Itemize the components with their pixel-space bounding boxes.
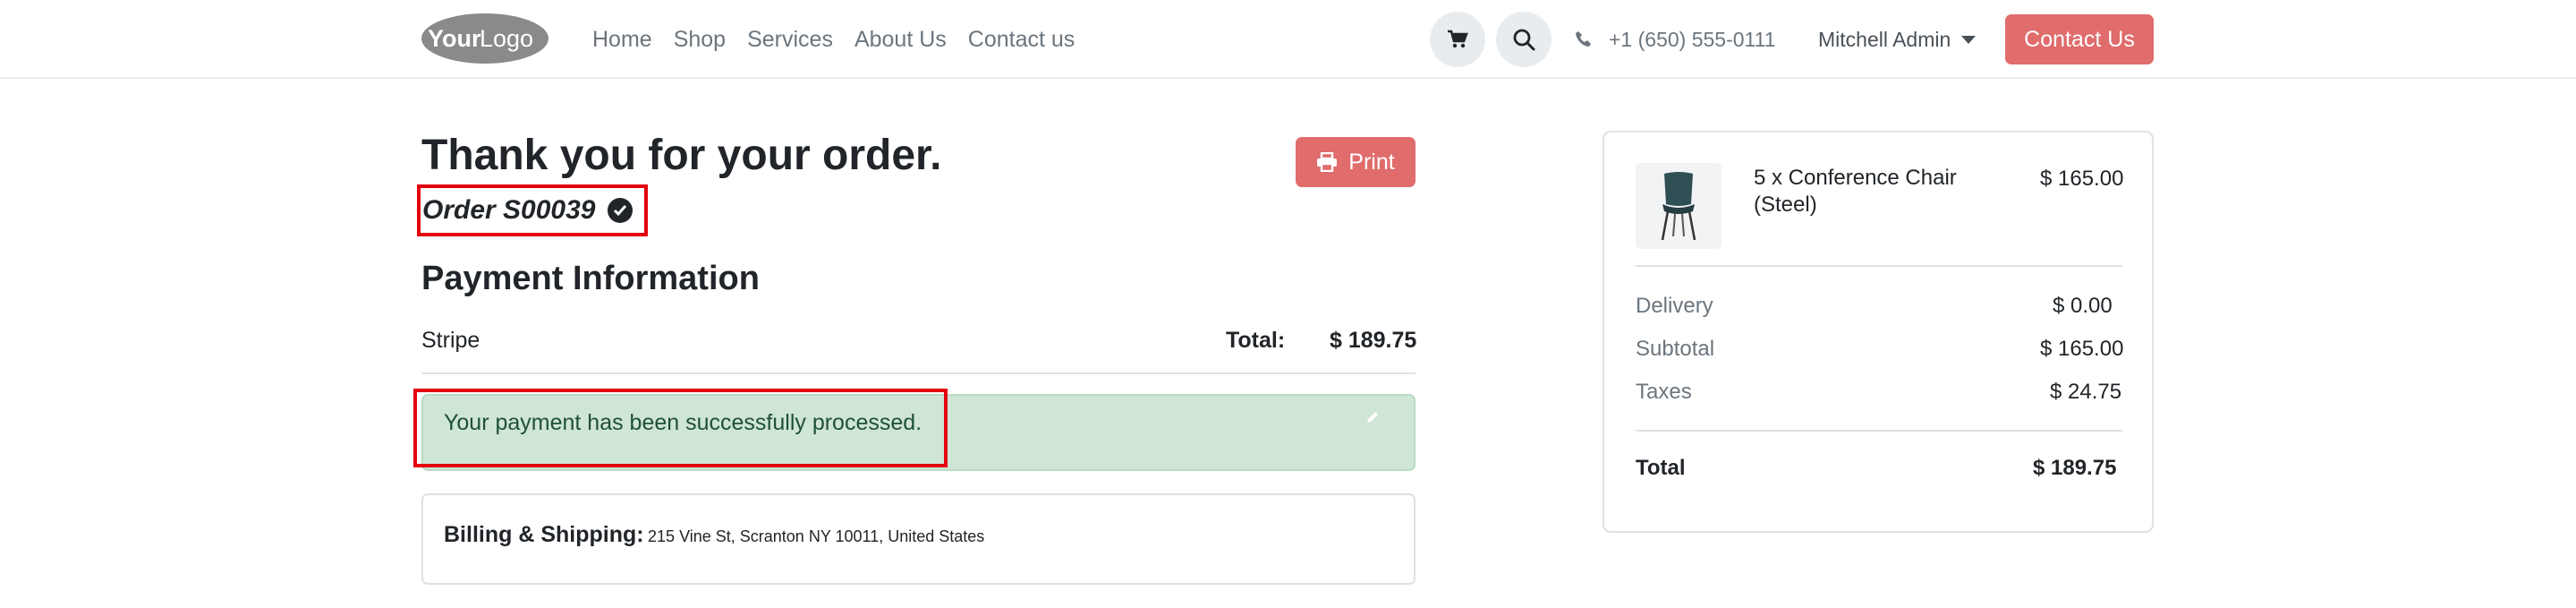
search-icon	[1513, 29, 1535, 51]
nav-shop[interactable]: Shop	[674, 27, 726, 53]
divider	[1636, 430, 2122, 432]
subtotal-label: Subtotal	[1636, 337, 1715, 361]
search-button[interactable]	[1496, 12, 1552, 67]
total-amount: $ 189.75	[1330, 328, 1417, 353]
site-logo[interactable]: Your Logo	[421, 13, 549, 64]
total-label: Total:	[1226, 328, 1286, 353]
contact-us-button[interactable]: Contact Us	[2005, 14, 2154, 64]
phone-number: +1 (650) 555-0111	[1609, 27, 1776, 51]
order-reference: Order S00039	[422, 195, 633, 226]
user-name: Mitchell Admin	[1818, 27, 1951, 51]
print-button[interactable]: Print	[1296, 137, 1416, 187]
pencil-icon[interactable]	[1365, 410, 1380, 424]
nav-services[interactable]: Services	[747, 27, 833, 53]
site-header: Your Logo Home Shop Services About Us Co…	[0, 0, 2576, 79]
logo-text-light: Logo	[480, 25, 533, 52]
billing-label: Billing & Shipping:	[444, 522, 644, 547]
divider	[1636, 265, 2122, 267]
nav-contact-us[interactable]: Contact us	[968, 27, 1075, 53]
delivery-label: Delivery	[1636, 294, 1713, 318]
cart-icon	[1448, 30, 1468, 48]
product-thumbnail[interactable]	[1636, 163, 1722, 249]
divider	[421, 373, 1416, 374]
product-price: $ 165.00	[2040, 167, 2124, 191]
print-icon	[1317, 152, 1338, 172]
nav-about-us[interactable]: About Us	[854, 27, 947, 53]
delivery-value: $ 0.00	[2053, 294, 2113, 318]
user-menu[interactable]: Mitchell Admin	[1818, 0, 1977, 79]
summary-total-value: $ 189.75	[2033, 456, 2117, 480]
phone-icon	[1576, 31, 1591, 47]
billing-shipping: Billing & Shipping: 215 Vine St, Scranto…	[444, 522, 984, 548]
alert-highlight-box	[413, 389, 948, 467]
check-circle-icon	[608, 198, 633, 223]
chair-icon	[1661, 172, 1696, 241]
phone-contact[interactable]: +1 (650) 555-0111	[1575, 0, 1775, 79]
print-label: Print	[1348, 149, 1395, 175]
nav-home[interactable]: Home	[592, 27, 652, 53]
order-number: Order S00039	[422, 195, 596, 225]
payment-information-heading: Payment Information	[421, 260, 760, 297]
cart-button[interactable]	[1430, 12, 1485, 67]
summary-total-label: Total	[1636, 456, 1686, 480]
subtotal-value: $ 165.00	[2040, 337, 2124, 361]
main-nav: Home Shop Services About Us Contact us	[592, 0, 1075, 79]
payment-method: Stripe	[421, 328, 480, 353]
product-name[interactable]: 5 x Conference Chair (Steel)	[1754, 165, 1977, 218]
page-title: Thank you for your order.	[421, 132, 942, 179]
taxes-value: $ 24.75	[2050, 380, 2122, 404]
taxes-label: Taxes	[1636, 380, 1692, 404]
logo-text-bold: Your	[428, 25, 481, 52]
caret-down-icon	[1961, 35, 1977, 44]
billing-address: 215 Vine St, Scranton NY 10011, United S…	[648, 527, 985, 545]
